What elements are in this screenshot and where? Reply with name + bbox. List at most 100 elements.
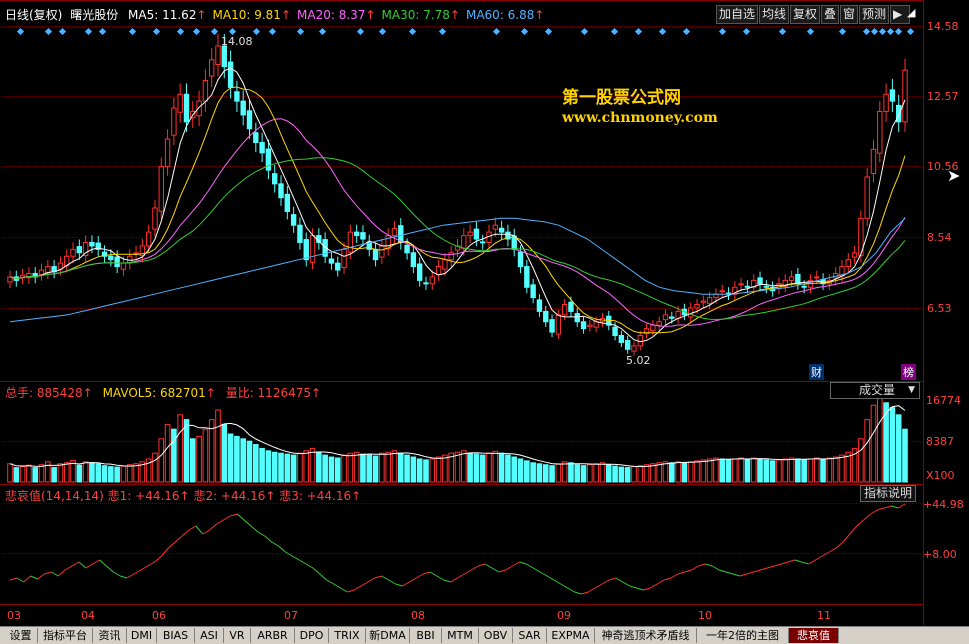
volume-bar [13,467,20,483]
indicator-segment [594,583,603,589]
tab-9[interactable]: TRIX [329,628,366,643]
indicator-segment [539,571,548,577]
volume-bar [599,462,606,483]
candle-body [152,207,158,230]
volume-bar [51,467,57,483]
indicator-segment [381,575,389,581]
up-arrow-icon: ↑ [205,386,216,400]
volume-bar [517,458,524,483]
month-label: 10 [698,609,712,622]
volume-bar [227,433,234,483]
chart-canvas[interactable] [0,0,923,604]
candle-body [492,224,499,230]
chevron-down-icon: ▼ [908,385,915,395]
volume-bar [410,456,417,483]
candle-body [120,262,127,270]
volume-bar [757,458,763,483]
tab-1[interactable]: 指标平台 [38,628,93,643]
tab-2[interactable]: 资讯 [93,628,127,643]
candle-body [480,241,486,244]
indicator-segment [835,541,844,549]
candle-body [391,228,398,237]
indicator-segment [360,581,369,587]
volume-bar [278,452,284,483]
indicator-segment [216,519,224,525]
tab-0[interactable]: 设置 [4,628,38,643]
volume-bar [108,466,114,483]
tab-14[interactable]: SAR [513,628,547,643]
candle-body [555,314,562,335]
indicator-segment [553,579,562,585]
indicator-header: 悲哀值(14,14,14) 悲1: +44.16↑ 悲2: +44.16↑ 悲3… [5,487,361,504]
volume-bar [719,458,726,483]
up-arrow-icon: ↑ [311,386,322,400]
volume-bar [706,458,713,483]
candle-body [624,340,631,350]
volume-bar [681,462,688,483]
indicator-help-button[interactable]: 指标说明 [860,485,917,502]
tab-6[interactable]: VR [224,628,251,643]
indicator-segment [264,535,272,543]
month-label: 08 [411,609,425,622]
tab-16[interactable]: 神奇逃顶术矛盾线 [595,628,697,643]
volume-bar [309,447,316,483]
candle-body [164,138,171,168]
indicator-value-2: 悲2: +44.16 [193,489,266,503]
month-label: 03 [7,609,21,622]
volume-bar [864,419,870,483]
volume-bar [391,450,398,483]
tab-12[interactable]: MTM [442,628,479,643]
indicator-segment [842,533,851,543]
watermark-url: www.chnmoney.com [562,110,718,126]
volume-bar [832,456,839,483]
volume-bar [687,461,694,483]
candle-body [568,301,574,312]
indicator-segment [464,569,472,575]
tab-18[interactable]: 悲哀值 [789,628,839,643]
indicator-segment [677,571,685,575]
volume-bar [637,465,644,483]
candle-body [108,255,114,261]
tab-11[interactable]: BBI [410,628,442,643]
indicator-segment [567,587,575,593]
volume-bar [297,452,303,483]
volume-bar [183,419,190,483]
indicator-segment [801,561,809,565]
finance-marker[interactable]: 财 [809,364,824,380]
up-arrow-icon: ↑ [351,489,362,503]
volume-bar [259,447,265,483]
candle-body [303,239,309,261]
volume-type-dropdown[interactable]: 成交量 ▼ [830,382,920,399]
volume-bar [580,465,587,483]
indicator-segment [147,561,155,567]
candle-body [347,231,354,253]
volume-bar [801,459,807,483]
candle-body [877,110,883,154]
volume-bar [158,438,165,483]
tab-3[interactable]: DMI [127,628,157,643]
volume-bar [795,458,801,483]
indicator-segment [897,503,906,509]
ranking-marker[interactable]: 榜 [901,364,916,380]
tab-8[interactable]: DPO [295,628,329,643]
tab-5[interactable]: ASI [195,628,224,643]
volume-bar [820,458,826,483]
tab-10[interactable]: 新DMA [366,628,410,643]
tab-17[interactable]: 一年2倍的主图 [697,628,789,643]
candle-body [530,284,536,299]
indicator-segment [188,525,197,531]
volume-bar [63,462,70,483]
volume-bar [473,453,480,483]
volume-bar [700,459,707,483]
tab-7[interactable]: ARBR [251,628,295,643]
month-label: 06 [152,609,166,622]
indicator-segment [312,567,321,575]
tab-15[interactable]: EXPMA [547,628,595,643]
indicator-segment [491,567,500,573]
indicator-segment [760,567,768,571]
indicator-segment [37,573,45,580]
tab-4[interactable]: BIAS [157,628,195,643]
volume-bar [738,457,744,483]
tab-13[interactable]: OBV [479,628,513,643]
volume-bar [662,461,669,483]
